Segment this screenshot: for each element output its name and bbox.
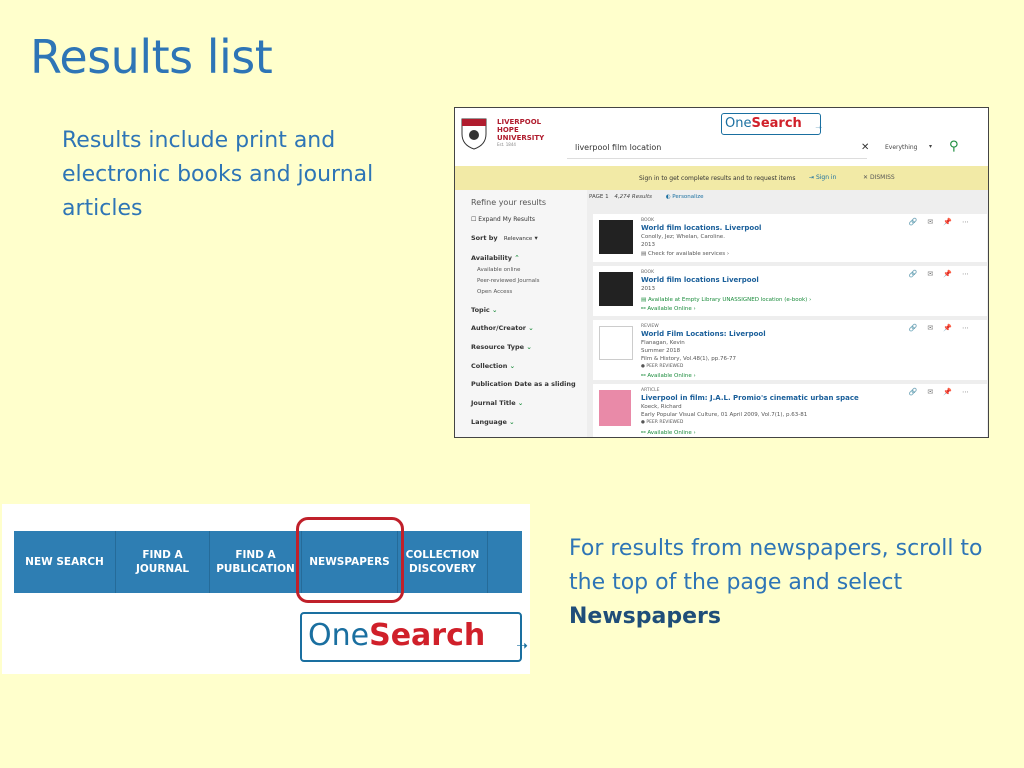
nav-find-journal[interactable]: FIND A JOURNAL <box>116 531 210 593</box>
result-item[interactable]: ARTICLE Liverpool in film: J.A.L. Promio… <box>593 384 987 437</box>
facet-availability[interactable]: Availability ⌃ <box>471 254 520 262</box>
sort-by[interactable]: Sort by Relevance ▾ <box>471 234 538 242</box>
facet-publication-date[interactable]: Publication Date as a sliding <box>471 380 576 388</box>
result-item[interactable]: BOOK World film locations. Liverpool Con… <box>593 214 987 262</box>
signin-message: Sign in to get complete results and to r… <box>639 175 796 182</box>
result-type: BOOK <box>641 218 655 223</box>
result-online[interactable]: ⚯ Available Online › <box>641 430 696 436</box>
result-author: Flanagan, Kevin <box>641 340 685 346</box>
peer-reviewed-badge: ● PEER REVIEWED <box>641 364 684 369</box>
result-author: Koeck, Richard <box>641 404 682 410</box>
result-actions[interactable]: 🔗✉📌⋯ <box>909 218 979 226</box>
newspapers-highlight <box>296 517 404 603</box>
signin-link[interactable]: ⇥ Sign in <box>809 174 836 181</box>
article-cover-thumbnail <box>599 390 631 426</box>
result-actions[interactable]: 🔗✉📌⋯ <box>909 388 979 396</box>
page-info: PAGE 1 4,274 Results ◐ Personalize <box>589 194 704 200</box>
university-est: Est. 1844 <box>497 142 516 147</box>
result-online[interactable]: ⚯ Available Online › <box>641 306 696 312</box>
result-item[interactable]: BOOK World film locations Liverpool 2013… <box>593 266 987 316</box>
result-actions[interactable]: 🔗✉📌⋯ <box>909 270 979 278</box>
result-date: 2013 <box>641 286 655 292</box>
facet-peer-reviewed[interactable]: Peer-reviewed Journals <box>477 278 539 284</box>
dismiss-button[interactable]: ✕ DISMISS <box>863 174 895 181</box>
personalize-toggle[interactable]: ◐ Personalize <box>666 194 704 200</box>
intro-text: Results include print and electronic boo… <box>62 128 374 221</box>
result-availability[interactable]: ▤ Check for available services › <box>641 251 729 257</box>
result-online[interactable]: ⚯ Available Online › <box>641 373 696 379</box>
site-header: LIVERPOOL HOPE UNIVERSITY Est. 1844 OneS… <box>455 108 988 166</box>
result-date: 2013 <box>641 242 655 248</box>
result-type: BOOK <box>641 270 655 275</box>
result-type: REVIEW <box>641 324 659 329</box>
scope-select[interactable]: Everything <box>885 144 917 151</box>
result-source: Early Popular Visual Culture, 01 April 2… <box>641 412 808 418</box>
result-title[interactable]: Liverpool in film: J.A.L. Promio's cinem… <box>641 394 859 402</box>
facet-journal-title[interactable]: Journal Title ⌄ <box>471 399 523 407</box>
facet-topic[interactable]: Topic ⌄ <box>471 306 498 314</box>
book-cover-thumbnail <box>599 272 633 306</box>
university-crest-icon <box>461 118 487 150</box>
results-screenshot: LIVERPOOL HOPE UNIVERSITY Est. 1844 OneS… <box>454 107 989 438</box>
onesearch-logo-large: OneSearch ➝ <box>300 612 528 662</box>
result-source: Film & History, Vol.48(1), pp.76-77 <box>641 356 737 362</box>
facet-available-online[interactable]: Available online <box>477 267 520 273</box>
result-item[interactable]: REVIEW World Film Locations: Liverpool F… <box>593 320 987 380</box>
refine-heading: Refine your results <box>471 198 547 207</box>
outro-text: For results from newspapers, scroll to t… <box>569 536 983 629</box>
slide-title: Results list <box>30 30 273 84</box>
facet-resource-type[interactable]: Resource Type ⌄ <box>471 343 532 351</box>
nav-collection-discovery[interactable]: COLLECTION DISCOVERY <box>398 531 488 593</box>
facet-collection[interactable]: Collection ⌄ <box>471 362 515 370</box>
onesearch-logo[interactable]: OneSearch ➝ <box>721 113 822 135</box>
clear-icon[interactable]: ✕ <box>861 142 869 153</box>
result-date: Summer 2018 <box>641 348 681 354</box>
result-title[interactable]: World Film Locations: Liverpool <box>641 330 766 338</box>
university-name: LIVERPOOL HOPE UNIVERSITY <box>497 118 545 142</box>
onesearch-navbar: NEW SEARCH FIND A JOURNAL FIND A PUBLICA… <box>14 531 522 593</box>
result-actions[interactable]: 🔗✉📌⋯ <box>909 324 979 332</box>
facet-open-access[interactable]: Open Access <box>477 289 512 295</box>
book-cover-thumbnail <box>599 220 633 254</box>
facet-author[interactable]: Author/Creator ⌄ <box>471 324 534 332</box>
refine-sidebar: Refine your results ☐ Expand My Results … <box>455 190 587 437</box>
newspapers-emphasis: Newspapers <box>569 604 721 629</box>
result-title[interactable]: World film locations. Liverpool <box>641 224 761 232</box>
facet-language[interactable]: Language ⌄ <box>471 418 515 426</box>
result-type: ARTICLE <box>641 388 660 393</box>
nav-find-publication[interactable]: FIND A PUBLICATION <box>210 531 302 593</box>
arrow-icon: ➝ <box>516 638 528 654</box>
document-icon <box>599 326 633 360</box>
result-title[interactable]: World film locations Liverpool <box>641 276 759 284</box>
search-icon[interactable]: ⚲ <box>949 139 959 154</box>
arrow-icon: ➝ <box>815 123 822 132</box>
search-input[interactable]: liverpool film location <box>567 137 867 159</box>
peer-reviewed-badge: ● PEER REVIEWED <box>641 420 684 425</box>
chevron-down-icon[interactable]: ▾ <box>929 143 932 150</box>
nav-new-search[interactable]: NEW SEARCH <box>14 531 116 593</box>
result-availability[interactable]: ▤ Available at Empty Library UNASSIGNED … <box>641 297 811 303</box>
signin-bar: Sign in to get complete results and to r… <box>455 166 988 190</box>
result-author: Conolly, Jez; Whelan, Caroline. <box>641 234 725 240</box>
results-panel: PAGE 1 4,274 Results ◐ Personalize BOOK … <box>587 190 988 437</box>
expand-results-checkbox[interactable]: ☐ Expand My Results <box>471 216 535 223</box>
